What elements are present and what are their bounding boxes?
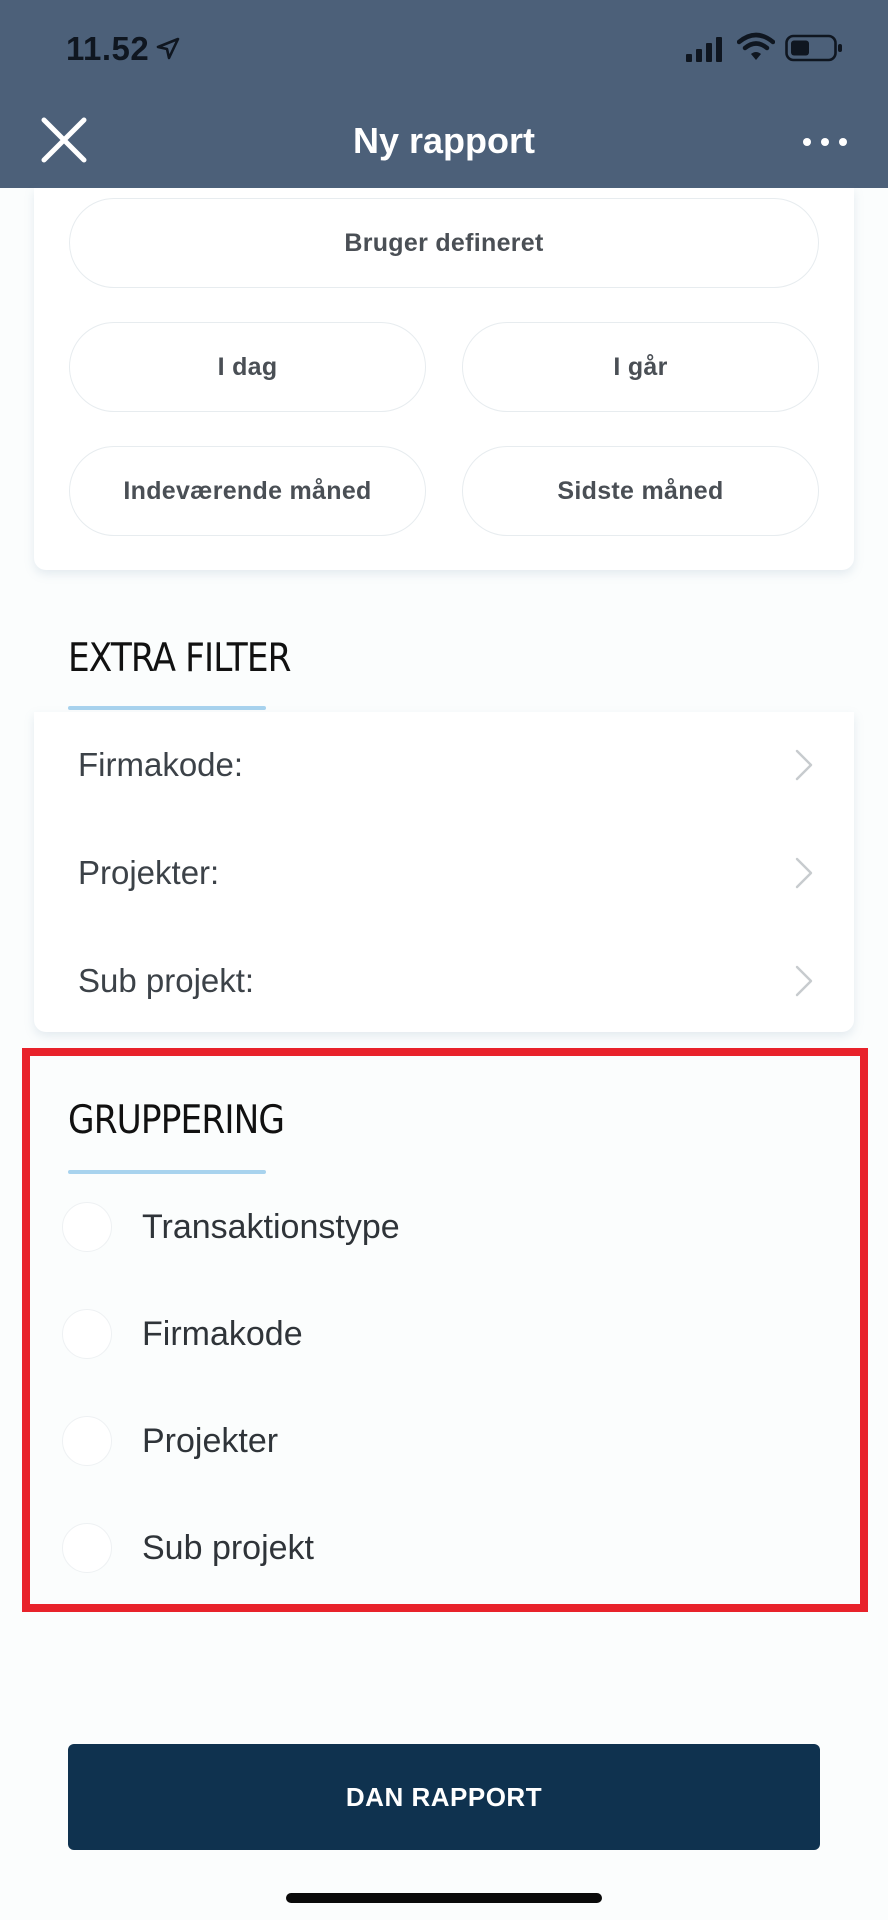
home-indicator [286, 1893, 602, 1903]
date-option-current-month[interactable]: Indeværende måned [69, 446, 426, 536]
date-option-yesterday[interactable]: I går [462, 322, 819, 412]
gruppering-heading: GRUPPERING [68, 1098, 285, 1143]
group-option-transaktionstype[interactable]: Transaktionstype [60, 1184, 840, 1274]
date-range-card: Bruger defineret I dag I går Indeværende… [34, 188, 854, 570]
wifi-icon [737, 32, 775, 60]
group-option-sub-projekt[interactable]: Sub projekt [60, 1505, 840, 1595]
radio-button[interactable] [62, 1523, 112, 1573]
radio-label: Transaktionstype [142, 1208, 400, 1246]
battery-icon [785, 34, 842, 62]
group-option-firmakode[interactable]: Firmakode [60, 1291, 840, 1381]
radio-button[interactable] [62, 1202, 112, 1252]
filter-label: Sub projekt: [78, 962, 255, 999]
date-option-last-month[interactable]: Sidste måned [462, 446, 819, 536]
cellular-signal-icon [686, 37, 722, 62]
group-option-projekter[interactable]: Projekter [60, 1398, 840, 1488]
radio-button[interactable] [62, 1416, 112, 1466]
filter-row-projekter[interactable]: Projekter: [34, 820, 854, 928]
location-arrow-icon [156, 37, 180, 60]
page-title: Ny rapport [352, 120, 536, 161]
filter-row-sub-projekt[interactable]: Sub projekt: [34, 928, 854, 1036]
radio-label: Sub projekt [142, 1529, 314, 1567]
radio-label: Projekter [142, 1422, 279, 1460]
date-option-custom[interactable]: Bruger defineret [69, 198, 819, 288]
status-time: 11.52 [66, 30, 150, 67]
radio-button[interactable] [62, 1309, 112, 1359]
chevron-right-icon [795, 965, 813, 997]
extra-filter-heading: EXTRA FILTER [68, 636, 291, 681]
filter-label: Projekter: [78, 854, 220, 891]
more-options-icon[interactable] [795, 124, 855, 160]
filter-label: Firmakode: [78, 746, 244, 783]
gruppering-underline [68, 1170, 266, 1174]
top-bar: 11.52 Ny rapport [0, 0, 888, 188]
chevron-right-icon [795, 857, 813, 889]
date-option-today[interactable]: I dag [69, 322, 426, 412]
radio-label: Firmakode [142, 1315, 303, 1353]
extra-filter-card: Firmakode: Projekter: Sub projekt: [34, 712, 854, 1032]
generate-report-button[interactable]: DAN RAPPORT [68, 1744, 820, 1850]
chevron-right-icon [795, 749, 813, 781]
filter-row-firmakode[interactable]: Firmakode: [34, 712, 854, 820]
extra-filter-underline [68, 706, 266, 710]
